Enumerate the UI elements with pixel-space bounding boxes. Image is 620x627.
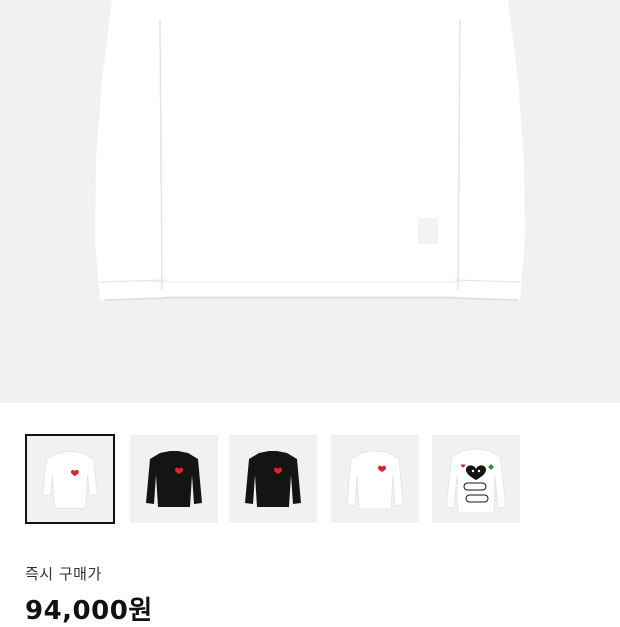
white-shirt-alt-thumbnail-image [331, 435, 419, 523]
thumbnail-white-heart-shirt[interactable] [25, 434, 115, 524]
white-graphic-shirt-thumbnail-image [432, 435, 520, 523]
thumbnail-white-graphic-shirt[interactable] [432, 435, 520, 523]
instant-buy-price: 94,000원 [25, 596, 153, 626]
white-shirt-thumbnail-image [27, 436, 113, 522]
instant-buy-price-label: 즉시 구매가 [25, 565, 102, 583]
black-shirt-alt-thumbnail-image [229, 435, 317, 523]
black-shirt-thumbnail-image [130, 435, 218, 523]
thumbnail-white-heart-shirt-alt[interactable] [331, 435, 419, 523]
thumbnail-gallery [25, 434, 620, 524]
product-hero-image[interactable] [0, 0, 620, 403]
white-longsleeve-shirt-image [0, 0, 620, 403]
thumbnail-black-heart-shirt-alt[interactable] [229, 435, 317, 523]
thumbnail-black-heart-shirt[interactable] [130, 435, 218, 523]
